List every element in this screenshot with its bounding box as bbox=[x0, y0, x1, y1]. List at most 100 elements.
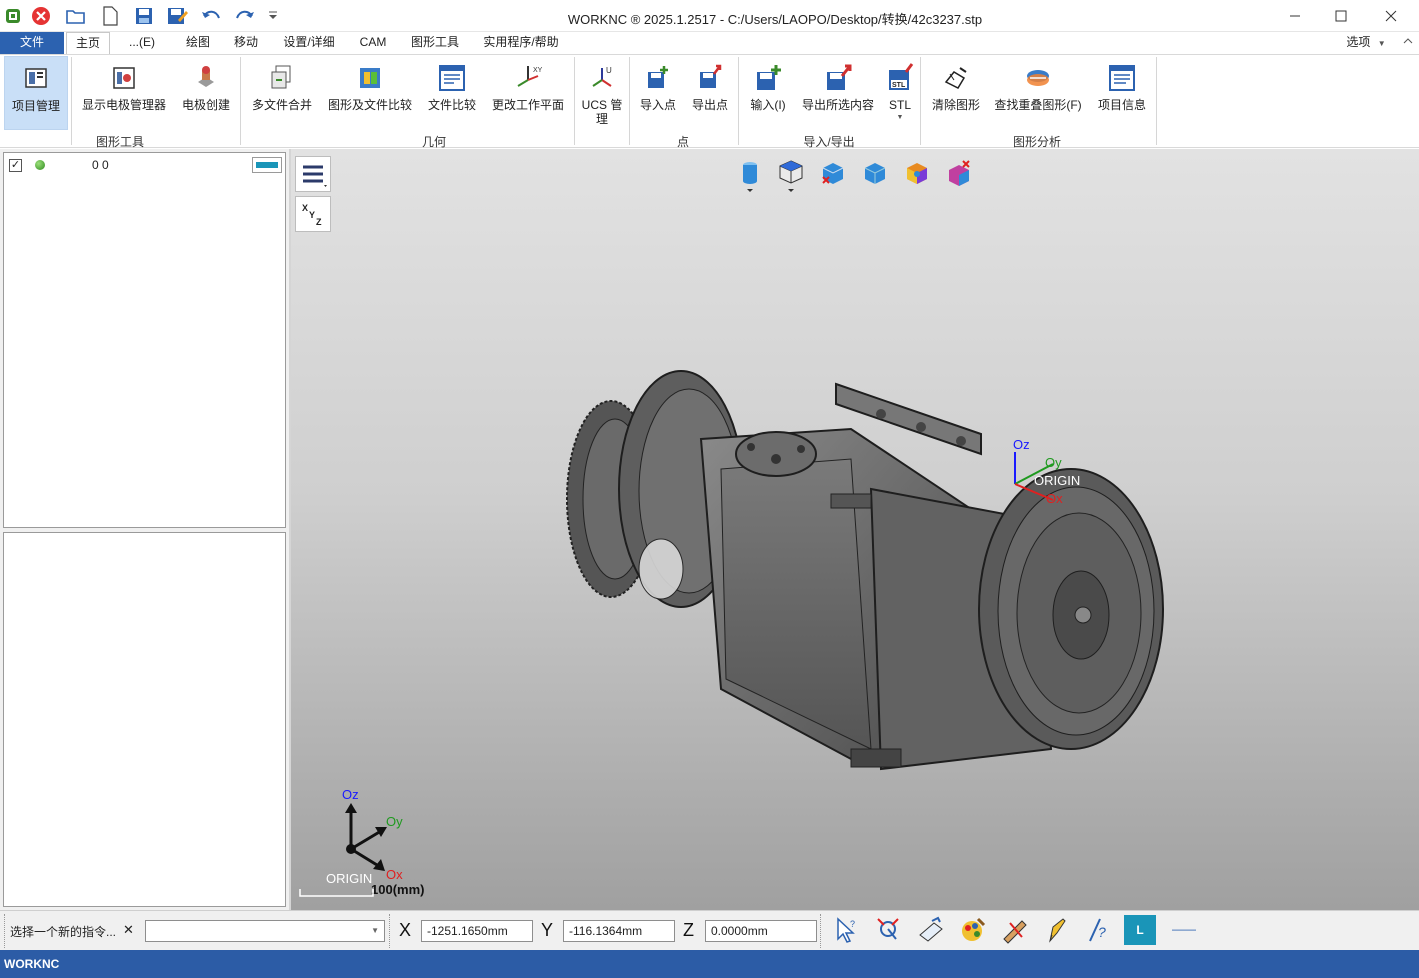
import-label: 输入(I) bbox=[750, 98, 786, 112]
clear-graphics-label: 清除图形 bbox=[931, 98, 980, 112]
electrode-manager-label: 显示电极管理器 bbox=[81, 98, 166, 112]
import-points-button[interactable]: 导入点 bbox=[634, 56, 682, 130]
wireframe-cube-icon[interactable] bbox=[777, 159, 805, 193]
status-dash: —— bbox=[1172, 922, 1196, 936]
tab-draw[interactable]: 绘图 bbox=[178, 32, 218, 54]
clear-graphics-button[interactable]: 清除图形 bbox=[926, 56, 986, 130]
svg-text:X: X bbox=[302, 203, 308, 213]
find-overlap-label: 查找重叠图形(F) bbox=[994, 98, 1082, 112]
multicolor-cube-icon[interactable] bbox=[903, 159, 931, 193]
tab-cam[interactable]: CAM bbox=[352, 32, 394, 54]
cube-delete-icon[interactable] bbox=[819, 159, 847, 193]
group-geometry: 几何 bbox=[421, 135, 446, 149]
electrode-create-label: 电极创建 bbox=[181, 98, 230, 112]
view-menu-button[interactable] bbox=[295, 156, 331, 192]
stl-label: STL bbox=[888, 98, 911, 112]
select-cursor-icon[interactable]: ? bbox=[832, 915, 862, 945]
solid-cube-icon[interactable] bbox=[861, 159, 889, 193]
find-overlap-button[interactable]: 查找重叠图形(F) bbox=[990, 56, 1086, 130]
chevron-up-icon bbox=[1403, 38, 1413, 44]
graphic-file-compare-icon bbox=[360, 68, 380, 88]
minimize-button[interactable] bbox=[1272, 0, 1318, 32]
sheet-tool-icon[interactable] bbox=[916, 915, 946, 945]
file-compare-icon bbox=[439, 65, 465, 91]
group-graphic-analysis: 图形分析 bbox=[1012, 135, 1061, 149]
pencil-edit-icon[interactable] bbox=[1042, 915, 1072, 945]
group-points: 点 bbox=[676, 135, 689, 149]
scale-bar bbox=[299, 889, 374, 897]
xyz-axis-icon: XYZ bbox=[302, 203, 322, 227]
stl-dropdown-icon: ▼ bbox=[896, 114, 904, 121]
change-workplane-button[interactable]: XY 更改工作平面 bbox=[488, 56, 568, 130]
project-manager-icon bbox=[25, 68, 47, 88]
help-query-icon[interactable]: ? bbox=[1084, 915, 1114, 945]
y-coord-field[interactable]: -116.1364mm bbox=[563, 920, 675, 942]
svg-text:?: ? bbox=[1098, 924, 1106, 940]
svg-text:STL: STL bbox=[892, 82, 906, 89]
model-axis-x-label: Ox bbox=[1046, 491, 1063, 506]
layer-color-swatch[interactable] bbox=[252, 157, 282, 173]
x-coord-label: X bbox=[399, 920, 412, 940]
import-icon bbox=[757, 65, 781, 90]
measure-tool-icon[interactable] bbox=[1000, 915, 1030, 945]
stl-icon: STL bbox=[889, 63, 914, 90]
chevron-down-icon: ▼ bbox=[1377, 39, 1386, 48]
axis-display-button[interactable]: XYZ bbox=[295, 196, 331, 232]
layer-status-icon bbox=[35, 160, 45, 170]
model-axis-y-label: Oy bbox=[1045, 455, 1062, 470]
stl-button[interactable]: STL STL ▼ bbox=[884, 56, 916, 130]
menu-file[interactable]: 文件 bbox=[0, 32, 64, 54]
ribbon: 项目管理 显示电极管理器 电极创建 多文件合并 图形及文件比较 文件比较 XY … bbox=[0, 54, 1419, 149]
tab-utilities-help[interactable]: 实用程序/帮助 bbox=[476, 32, 566, 54]
command-input[interactable]: ▼ bbox=[145, 920, 385, 942]
cube-faces-delete-icon[interactable] bbox=[945, 159, 973, 193]
tab-move[interactable]: 移动 bbox=[226, 32, 266, 54]
electrode-create-button[interactable]: 电极创建 bbox=[176, 56, 236, 130]
multi-file-merge-label: 多文件合并 bbox=[251, 98, 312, 112]
graphic-file-compare-button[interactable]: 图形及文件比较 bbox=[324, 56, 416, 130]
svg-text:?: ? bbox=[850, 919, 855, 929]
color-palette-icon[interactable] bbox=[958, 915, 988, 945]
project-manager-button[interactable]: 项目管理 bbox=[4, 56, 68, 130]
layer-checkbox[interactable]: ✓ bbox=[9, 159, 22, 172]
ucs-manager-button[interactable]: U UCS 管 理 bbox=[578, 56, 626, 130]
cylinder-view-icon[interactable] bbox=[736, 159, 764, 193]
svg-text:XY: XY bbox=[533, 67, 543, 74]
tab-edit[interactable]: ...(E) bbox=[120, 32, 164, 54]
file-compare-button[interactable]: 文件比较 bbox=[424, 56, 480, 130]
x-coord-field[interactable]: -1251.1650mm bbox=[421, 920, 533, 942]
app-name-label: WORKNC bbox=[4, 957, 60, 971]
import-points-icon bbox=[648, 66, 668, 88]
export-points-button[interactable]: 导出点 bbox=[686, 56, 734, 130]
bottom-app-bar: WORKNC bbox=[0, 950, 1419, 978]
electrode-manager-button[interactable]: 显示电极管理器 bbox=[76, 56, 172, 130]
window-title: WORKNC ® 2025.1.2517 - C:/Users/LAOPO/De… bbox=[567, 12, 983, 27]
maximize-icon bbox=[1335, 10, 1347, 22]
export-selection-button[interactable]: 导出所选内容 bbox=[798, 56, 878, 130]
project-info-button[interactable]: 项目信息 bbox=[1092, 56, 1152, 130]
tab-home[interactable]: 主页 bbox=[66, 32, 110, 54]
z-coord-field[interactable]: 0.0000mm bbox=[705, 920, 817, 942]
close-window-button[interactable] bbox=[1368, 0, 1414, 32]
ucs-manager-label: UCS 管 理 bbox=[581, 98, 623, 126]
command-prompt: 选择一个新的指令... bbox=[10, 925, 117, 939]
layer-label: 0 0 bbox=[92, 158, 109, 172]
group-graphic-tools: 图形工具 bbox=[95, 135, 144, 149]
ribbon-collapse-button[interactable] bbox=[1400, 32, 1416, 54]
export-points-icon bbox=[700, 64, 722, 88]
tab-settings[interactable]: 设置/详细 bbox=[276, 32, 342, 54]
ucs-manager-icon: U bbox=[592, 66, 612, 87]
graphics-viewport[interactable]: XYZ Oz Oy ORIGIN Ox Oz Oy Ox ORIGIN 100(… bbox=[289, 149, 1419, 910]
import-button[interactable]: 输入(I) bbox=[744, 56, 792, 130]
tab-graphic-tools[interactable]: 图形工具 bbox=[404, 32, 466, 54]
multi-file-merge-button[interactable]: 多文件合并 bbox=[246, 56, 318, 130]
options-menu[interactable]: 选项 ▼ bbox=[1346, 32, 1386, 54]
model-axis-z-label: Oz bbox=[1013, 437, 1030, 452]
layer-toggle-button[interactable]: L bbox=[1124, 915, 1156, 945]
clear-prompt-icon[interactable]: ✕ bbox=[123, 922, 134, 938]
options-label: 选项 bbox=[1346, 35, 1371, 49]
export-selection-icon bbox=[827, 64, 852, 90]
pick-point-icon[interactable] bbox=[874, 915, 904, 945]
change-workplane-label: 更改工作平面 bbox=[491, 98, 564, 112]
maximize-button[interactable] bbox=[1318, 0, 1364, 32]
